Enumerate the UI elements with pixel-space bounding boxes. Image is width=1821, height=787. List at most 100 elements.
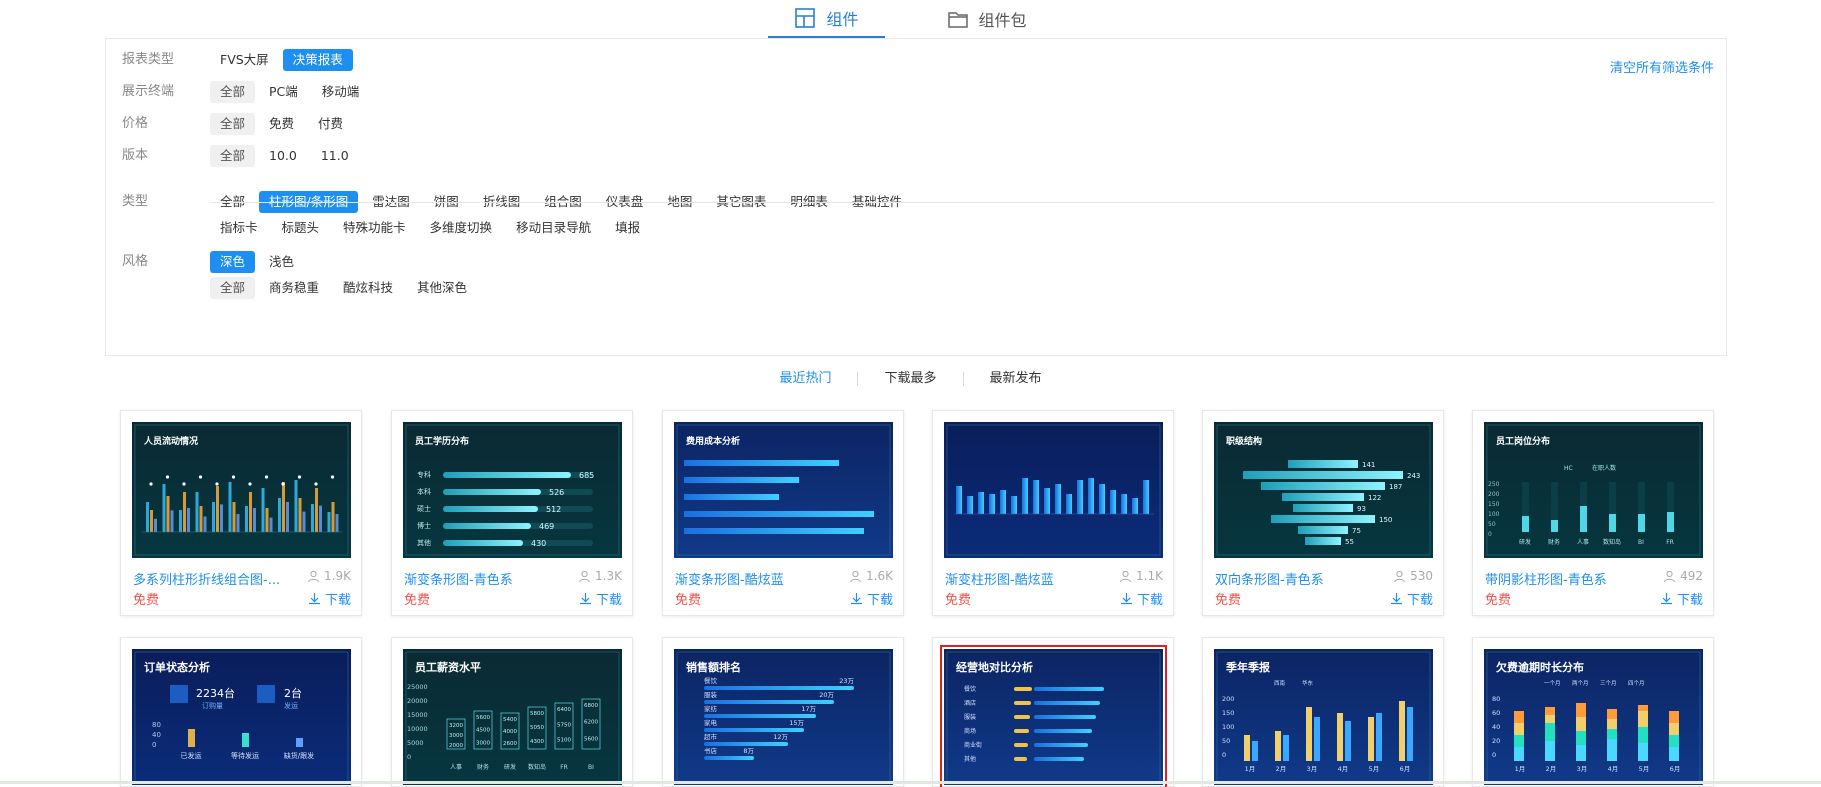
thumb-text: 服装	[704, 690, 718, 699]
thumb-text: 469	[539, 522, 554, 531]
component-card[interactable]: 人员流动情况 多系列柱形折线组合图-... 1.9K 免费 下载	[120, 410, 362, 616]
thumb-text: 5000	[407, 739, 424, 747]
card-thumbnail[interactable]: 职级结构 141 243 187 122 93 150 75 55	[1214, 422, 1433, 558]
component-card[interactable]: 季年季报 200 150 100 50 0 1月 2月 3月 4月 5月 6月 西南 华东	[1202, 637, 1444, 787]
filter-option[interactable]: 酷炫科技	[333, 277, 403, 299]
card-title[interactable]: 渐变条形图-青色系	[404, 569, 554, 588]
filter-option[interactable]: 指标卡	[210, 217, 268, 239]
chart-bar	[684, 528, 864, 534]
component-card[interactable]: 职级结构 141 243 187 122 93 150 75 55 双向条形图-青色系 530 免费 下…	[1202, 410, 1444, 616]
card-title[interactable]: 渐变柱形图-酷炫蓝	[945, 569, 1095, 588]
filter-option[interactable]: 免费	[259, 113, 304, 135]
download-button[interactable]: 下载	[1120, 589, 1163, 608]
thumb-text: 150	[1379, 516, 1392, 524]
component-card[interactable]: 订单状态分析 2234台 订购量 2台 发运 80 40 0 已发运 等待发运 缺货/跟发	[120, 637, 362, 787]
filter-option[interactable]: PC端	[259, 81, 308, 103]
chart-bar	[335, 514, 339, 532]
thumb-text: 季年季报	[1225, 660, 1271, 674]
download-button[interactable]: 下载	[850, 589, 893, 608]
filter-option[interactable]: 移动端	[312, 81, 370, 103]
card-thumbnail[interactable]	[944, 422, 1163, 558]
thumb-text: 销售额排名	[686, 660, 741, 674]
filter-option[interactable]: 特殊功能卡	[333, 217, 416, 239]
card-title[interactable]: 多系列柱形折线组合图-...	[133, 569, 283, 588]
card-thumbnail[interactable]: 人员流动情况	[132, 422, 351, 558]
filter-option[interactable]: 标题头	[272, 217, 330, 239]
thumb-text: 费用成本分析	[686, 435, 740, 447]
filter-option[interactable]: 移动目录导航	[506, 217, 601, 239]
filter-option[interactable]: 浅色	[259, 251, 304, 273]
card-thumbnail[interactable]: 订单状态分析 2234台 订购量 2台 发运 80 40 0 已发运 等待发运 缺货/跟发	[132, 649, 351, 785]
filter-option[interactable]: 11.0	[311, 145, 359, 167]
thumb-text: 20万	[819, 691, 834, 699]
card-views: 1.9K	[307, 569, 351, 583]
filter-option[interactable]: 商务稳重	[259, 277, 329, 299]
component-card[interactable]: 员工岗位分布 HC 在职人数 250 200 150 100 50 0 研发 财务 人事 数知岛 BI FR…	[1472, 410, 1714, 616]
thumb-text: 200	[1222, 695, 1234, 703]
component-card[interactable]: 销售额排名 餐饮 23万 服装 20万 家纺 17万 家电 15万 超市 12万 书店 8万	[662, 637, 904, 787]
filter-options: 全部 免费 付费	[210, 113, 353, 135]
chart-bar	[1034, 687, 1104, 691]
download-button[interactable]: 下载	[1660, 589, 1703, 608]
filter-label: 报表类型	[122, 52, 175, 67]
card-title[interactable]: 带阴影柱形图-青色系	[1485, 569, 1635, 588]
thumb-text: 187	[1389, 483, 1402, 491]
sort-newest[interactable]: 最新发布	[962, 372, 1068, 386]
thumb-text: 6月	[1670, 765, 1681, 773]
download-button[interactable]: 下载	[1390, 589, 1433, 608]
filter-option[interactable]: 全部	[210, 81, 256, 103]
card-thumbnail[interactable]: 经营地对比分析 餐饮 酒店 服装 商场 商业街 其他	[940, 645, 1167, 787]
tab-components[interactable]: 组件	[768, 0, 885, 38]
filter-option[interactable]: 填报	[605, 217, 650, 239]
chart-bar	[315, 488, 318, 532]
tab-component-packages[interactable]: 组件包	[921, 0, 1053, 38]
card-thumbnail[interactable]: 季年季报 200 150 100 50 0 1月 2月 3月 4月 5月 6月 西南 华东	[1214, 649, 1433, 785]
card-thumbnail[interactable]: 销售额排名 餐饮 23万 服装 20万 家纺 17万 家电 15万 超市 12万 书店 8万	[674, 649, 893, 785]
card-thumbnail[interactable]: 员工岗位分布 HC 在职人数 250 200 150 100 50 0 研发 财务 人事 数知岛 BI FR	[1484, 422, 1703, 558]
sort-recent-hot[interactable]: 最近热门	[753, 372, 857, 386]
filter-option[interactable]: FVS大屏	[210, 49, 279, 71]
component-card[interactable]: 经营地对比分析 餐饮 酒店 服装 商场 商业街 其他	[932, 637, 1174, 787]
thumb-text: 财务	[1548, 538, 1560, 546]
thumb-text: 100	[1222, 723, 1234, 731]
thumb-text: 4月	[1338, 765, 1349, 773]
card-thumbnail[interactable]: 员工薪资水平 25000 20000 15000 10000 5000 0 3200 3000 2…	[403, 649, 622, 785]
filter-option[interactable]: 全部	[210, 113, 256, 135]
chart-point	[330, 475, 335, 479]
chart-bar	[1034, 757, 1084, 761]
card-thumbnail[interactable]: 费用成本分析	[674, 422, 893, 558]
thumb-text: 526	[549, 488, 564, 497]
filter-option[interactable]: 付费	[308, 113, 353, 135]
thumb-text: 250	[1488, 481, 1500, 488]
filter-option[interactable]: 其他深色	[407, 277, 477, 299]
chart-bar	[1283, 735, 1289, 761]
chart-bar	[1607, 719, 1617, 729]
chart-bar	[220, 504, 223, 532]
component-card[interactable]: 员工学历分布 专科 685 本科 526 硕士 512 博士 469 其他 430 渐变条形图-青色系…	[391, 410, 633, 616]
chart-bar	[1576, 745, 1586, 761]
sort-most-downloaded[interactable]: 下载最多	[857, 372, 962, 386]
filter-option[interactable]: 深色	[210, 251, 256, 273]
filter-option[interactable]: 10.0	[259, 145, 307, 167]
download-button[interactable]: 下载	[308, 589, 351, 608]
chart-bar	[1607, 729, 1617, 739]
component-card[interactable]: 渐变柱形图-酷炫蓝 1.1K 免费 下载	[932, 410, 1174, 616]
thumb-text: 40	[152, 731, 161, 739]
thumb-text: 家纺	[704, 704, 718, 713]
thumb-text: 2台	[284, 686, 302, 700]
card-thumbnail[interactable]: 欠费逾期时长分布 80 60 40 20 0 1月 2月 3月 4月 5月 6月 一个月 两个月 三个月 四个…	[1484, 649, 1703, 785]
component-card[interactable]: 费用成本分析 渐变条形图-酷炫蓝 1.6K 免费 下载	[662, 410, 904, 616]
filter-option[interactable]: 多维度切换	[420, 217, 503, 239]
component-card[interactable]: 欠费逾期时长分布 80 60 40 20 0 1月 2月 3月 4月 5月 6月 一个月 两个月 三个月 四个…	[1472, 637, 1714, 787]
card-title[interactable]: 双向条形图-青色系	[1215, 569, 1365, 588]
filter-option[interactable]: 决策报表	[282, 49, 353, 71]
card-price: 免费	[1215, 593, 1242, 608]
chart-bar	[162, 484, 166, 532]
card-title[interactable]: 渐变条形图-酷炫蓝	[675, 569, 825, 588]
filter-option[interactable]: 全部	[210, 145, 256, 167]
filter-option[interactable]: 全部	[210, 277, 256, 299]
component-card[interactable]: 员工薪资水平 25000 20000 15000 10000 5000 0 3200 3000 2…	[391, 637, 633, 787]
card-thumbnail[interactable]: 员工学历分布 专科 685 本科 526 硕士 512 博士 469 其他 430	[403, 422, 622, 558]
download-button[interactable]: 下载	[579, 589, 622, 608]
thumb-text: 欠费逾期时长分布	[1496, 660, 1584, 674]
